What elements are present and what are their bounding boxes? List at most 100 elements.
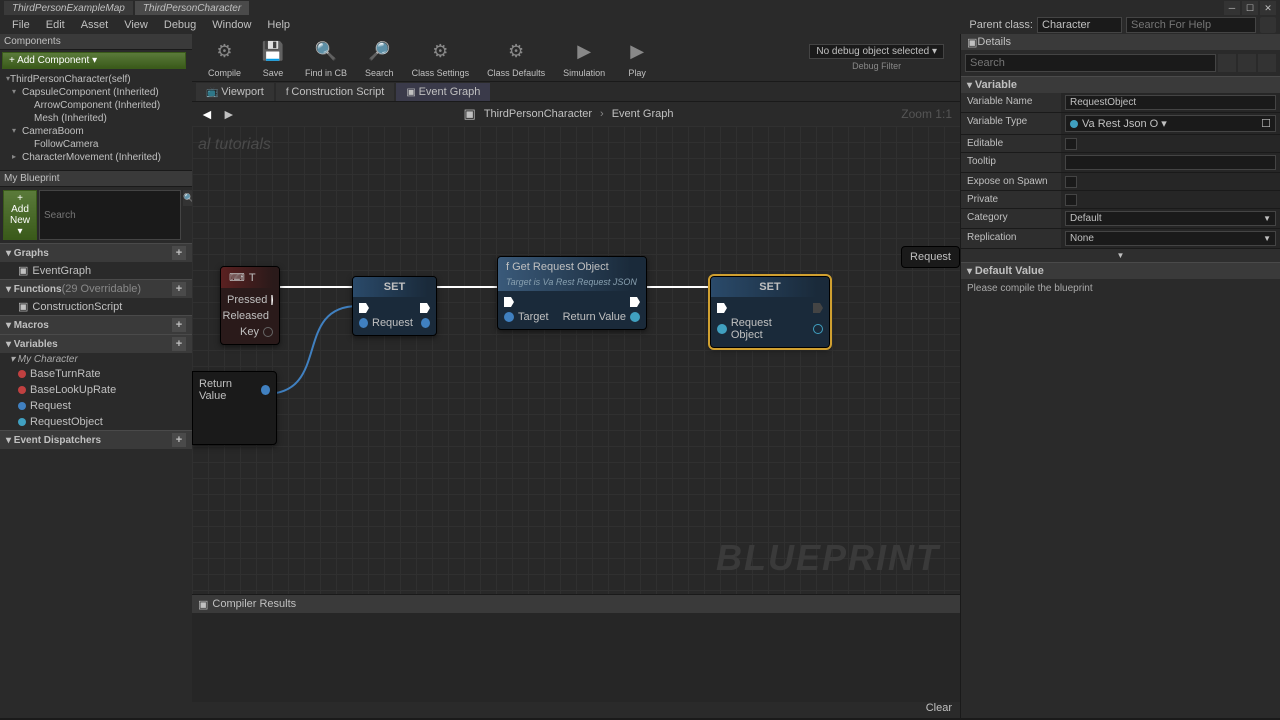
details-title: Details (977, 36, 1011, 48)
detail-value[interactable]: Default▼ (1061, 209, 1280, 229)
myblueprint-header: My Blueprint (0, 171, 192, 187)
tab-eventgraph[interactable]: ▣ Event Graph (396, 83, 490, 101)
add-icon[interactable]: + (172, 282, 186, 296)
blueprint-item[interactable]: ▣EventGraph (0, 262, 192, 279)
detail-value[interactable] (1061, 153, 1280, 173)
component-tree-item[interactable]: ThirdPersonCharacter(self) (2, 73, 190, 86)
parent-class-value[interactable]: Character (1037, 17, 1122, 33)
menu-file[interactable]: File (4, 19, 38, 31)
node-set-request-object[interactable]: SET Request Object (710, 276, 830, 348)
detail-label: Variable Type (961, 113, 1061, 135)
breadcrumb-item[interactable]: ▣ (464, 106, 476, 122)
add-icon[interactable]: + (172, 318, 186, 332)
parent-class-label: Parent class: (969, 19, 1033, 31)
category-macros[interactable]: ▾ Macros+ (0, 315, 192, 334)
menu-asset[interactable]: Asset (73, 19, 117, 31)
blueprint-item[interactable]: Request (0, 398, 192, 414)
details-search[interactable] (965, 54, 1216, 72)
defaultvalue-section[interactable]: ▾ Default Value (961, 262, 1280, 279)
compile-message: Please compile the blueprint (961, 279, 1280, 298)
myblueprint-search[interactable] (39, 190, 181, 240)
category-functions[interactable]: ▾ Functions (29 Overridable)+ (0, 279, 192, 298)
category-eventdispatchers[interactable]: ▾ Event Dispatchers+ (0, 430, 192, 449)
node-get-request-object[interactable]: f Get Request Object Target is Va Rest R… (497, 256, 647, 330)
detail-label: Variable Name (961, 93, 1061, 113)
detail-value[interactable]: Va Rest Json O ▾☐ (1061, 113, 1280, 135)
detail-value[interactable] (1061, 191, 1280, 209)
component-tree-item[interactable]: Mesh (Inherited) (2, 112, 190, 125)
close-icon[interactable]: ✕ (1260, 1, 1276, 15)
component-tree-item[interactable]: FollowCamera (2, 138, 190, 151)
toolbar-classdefaults[interactable]: ⚙Class Defaults (479, 36, 553, 80)
node-key-t[interactable]: ⌨T Pressed Released Key (220, 266, 280, 345)
toolbar-findincb[interactable]: 🔍Find in CB (297, 36, 355, 80)
menu-edit[interactable]: Edit (38, 19, 73, 31)
detail-label: Tooltip (961, 153, 1061, 173)
event-graph-canvas[interactable]: al tutorials ⌨T Pressed Released Key SET (192, 126, 960, 594)
grid-icon[interactable] (1238, 54, 1256, 72)
detail-label: Replication (961, 229, 1061, 249)
detail-value[interactable] (1061, 93, 1280, 113)
breadcrumb-item[interactable]: Event Graph (612, 108, 674, 120)
toolbar-simulation[interactable]: ▶Simulation (555, 36, 613, 80)
search-icon[interactable] (1218, 54, 1236, 72)
add-icon[interactable]: + (172, 246, 186, 260)
blueprint-item[interactable]: RequestObject (0, 414, 192, 430)
toolbar-classsettings[interactable]: ⚙Class Settings (404, 36, 478, 80)
component-tree-item[interactable]: CapsuleComponent (Inherited) (2, 86, 190, 99)
add-new-button[interactable]: + Add New ▾ (3, 190, 37, 240)
blueprint-item[interactable]: BaseTurnRate (0, 366, 192, 382)
add-component-button[interactable]: + Add Component ▾ (2, 52, 186, 69)
search-help-input[interactable] (1126, 17, 1256, 33)
subcategory[interactable]: ▾ My Character (0, 353, 192, 366)
node-set-request[interactable]: SET Request (352, 276, 437, 336)
nav-fwd-icon[interactable]: ► (222, 106, 236, 122)
toolbar-play[interactable]: ▶Play (615, 36, 659, 80)
debug-object-select[interactable]: No debug object selected ▾ (809, 44, 944, 59)
blueprint-item[interactable]: BaseLookUpRate (0, 382, 192, 398)
menu-window[interactable]: Window (204, 19, 259, 31)
editor-tab[interactable]: ThirdPersonCharacter (135, 1, 249, 15)
detail-label: Editable (961, 135, 1061, 153)
menu-view[interactable]: View (116, 19, 156, 31)
blueprint-item[interactable]: ▣ConstructionScript (0, 298, 192, 315)
menu-help[interactable]: Help (259, 19, 298, 31)
detail-label: Private (961, 191, 1061, 209)
toolbar-compile[interactable]: ⚙Compile (200, 36, 249, 80)
chevron-right-icon: › (600, 108, 604, 120)
minimize-icon[interactable]: ─ (1224, 1, 1240, 15)
detail-value[interactable] (1061, 135, 1280, 153)
watermark: al tutorials (198, 136, 271, 154)
nav-back-icon[interactable]: ◄ (200, 106, 214, 122)
category-graphs[interactable]: ▾ Graphs+ (0, 243, 192, 262)
detail-label: Category (961, 209, 1061, 229)
add-icon[interactable]: + (172, 337, 186, 351)
editor-tab[interactable]: ThirdPersonExampleMap (4, 1, 133, 15)
maximize-icon[interactable]: ☐ (1242, 1, 1258, 15)
variable-section[interactable]: ▾ Variable (961, 76, 1280, 93)
compiler-results-label: Compiler Results (212, 598, 296, 610)
details-icon: ▣ (967, 36, 977, 49)
clear-button[interactable]: Clear (926, 702, 952, 718)
detail-value[interactable] (1061, 173, 1280, 191)
search-icon[interactable] (1260, 17, 1276, 33)
expand-section[interactable]: ▼ (961, 249, 1280, 262)
component-tree-item[interactable]: CharacterMovement (Inherited) (2, 151, 190, 164)
eye-icon[interactable] (1258, 54, 1276, 72)
detail-value[interactable]: None▼ (1061, 229, 1280, 249)
tab-viewport[interactable]: 📺 Viewport (196, 83, 274, 101)
toolbar-search[interactable]: 🔎Search (357, 36, 402, 80)
component-tree-item[interactable]: ArrowComponent (Inherited) (2, 99, 190, 112)
component-tree-item[interactable]: CameraBoom (2, 125, 190, 138)
tab-construction[interactable]: f Construction Script (276, 83, 395, 101)
compiler-icon: ▣ (198, 598, 208, 611)
node-partial-right[interactable]: Request (901, 246, 960, 268)
debug-filter-label: Debug Filter (809, 61, 944, 71)
compiler-output (192, 613, 960, 702)
category-variables[interactable]: ▾ Variables+ (0, 334, 192, 353)
node-partial-left[interactable]: Return Value (192, 371, 277, 445)
add-icon[interactable]: + (172, 433, 186, 447)
toolbar-save[interactable]: 💾Save (251, 36, 295, 80)
breadcrumb-item[interactable]: ThirdPersonCharacter (484, 108, 592, 120)
menu-debug[interactable]: Debug (156, 19, 204, 31)
